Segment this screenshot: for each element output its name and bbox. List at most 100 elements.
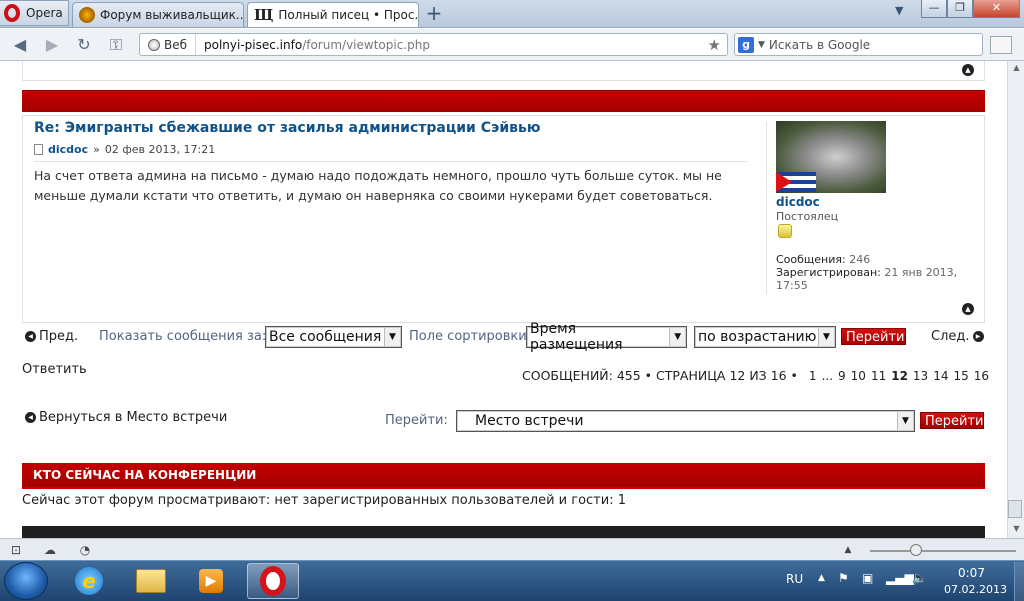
sort-field-select[interactable]: Время размещения ▼ bbox=[526, 321, 687, 353]
back-to-top-icon[interactable]: ▲ bbox=[962, 64, 974, 76]
language-indicator[interactable]: RU bbox=[786, 572, 803, 586]
zoom-slider-knob[interactable] bbox=[910, 544, 922, 556]
page-link[interactable]: 1 bbox=[809, 369, 817, 383]
site-favicon-icon bbox=[79, 7, 95, 23]
url-host: polnyi-pisec.info bbox=[204, 37, 303, 52]
back-to-top-icon[interactable]: ▲ bbox=[962, 303, 974, 315]
zoom-arrow-icon[interactable]: ▲ bbox=[840, 543, 856, 557]
key-icon[interactable]: ⚿ bbox=[104, 36, 128, 54]
taskbar-explorer[interactable] bbox=[125, 563, 177, 599]
footer-bar bbox=[22, 526, 985, 538]
rank-badge-icon bbox=[778, 224, 792, 238]
tab-forum-survivalist[interactable]: Форум выживальщик... ✕ bbox=[72, 2, 244, 27]
reply-button[interactable]: Ответить bbox=[22, 362, 87, 377]
tab-title: Форум выживальщик... bbox=[100, 8, 244, 22]
site-info-label: Веб bbox=[164, 37, 188, 52]
post-date: 02 фев 2013, 17:21 bbox=[104, 143, 216, 156]
next-topic-link[interactable]: След. ▶ bbox=[931, 329, 984, 344]
internet-explorer-icon: e bbox=[75, 567, 103, 595]
chevron-down-icon[interactable]: ▼ bbox=[758, 40, 765, 50]
g-icon[interactable]: g bbox=[738, 36, 754, 53]
page-link[interactable]: 15 bbox=[953, 369, 968, 383]
start-button[interactable] bbox=[4, 562, 48, 600]
profile-rank: Постоялец bbox=[776, 210, 839, 223]
minimize-button[interactable]: — bbox=[921, 0, 947, 18]
page-link[interactable]: 14 bbox=[933, 369, 948, 383]
profile-registered: Зарегистрирован: 21 янв 2013, 17:55 bbox=[776, 266, 976, 292]
forward-icon[interactable]: ▶ bbox=[42, 36, 62, 54]
post-icon[interactable] bbox=[34, 144, 43, 155]
sort-order-select[interactable]: по возрастанию ▼ bbox=[694, 326, 836, 348]
close-window-button[interactable]: ✕ bbox=[973, 0, 1020, 18]
back-to-forum-label: Вернуться в Место встречи bbox=[39, 410, 228, 425]
taskbar-ie[interactable]: e bbox=[63, 563, 115, 599]
cloud-icon[interactable]: ☁ bbox=[42, 543, 58, 557]
zoom-slider[interactable] bbox=[870, 550, 1016, 552]
address-field[interactable]: Веб polnyi-pisec.info/forum/viewtopic.ph… bbox=[139, 33, 728, 56]
page-link[interactable]: 9 bbox=[838, 369, 846, 383]
post-meta: dicdoc » 02 фев 2013, 17:21 bbox=[34, 143, 215, 156]
prev-topic-link[interactable]: ◀ Пред. bbox=[25, 329, 78, 344]
divider bbox=[34, 161, 747, 162]
pagination: СООБЩЕНИЙ: 455 • СТРАНИЦА 12 ИЗ 16 • 1 .… bbox=[522, 368, 989, 383]
chevron-down-icon: ▼ bbox=[384, 328, 400, 346]
url-path: /forum/viewtopic.php bbox=[302, 37, 430, 52]
clock-time[interactable]: 0:07 bbox=[958, 566, 985, 580]
page-link[interactable]: 10 bbox=[851, 369, 866, 383]
site-info-badge[interactable]: Веб bbox=[140, 34, 197, 55]
sort-go-button[interactable]: Перейти bbox=[841, 328, 906, 345]
page-link[interactable]: 11 bbox=[871, 369, 886, 383]
page-content: ▲ Re: Эмигранты сбежавшие от засилья адм… bbox=[0, 61, 1007, 538]
next-topic-label: След. bbox=[931, 329, 970, 344]
navigation-bar: ◀ ▶ ↻ ⚿ Веб polnyi-pisec.info/forum/view… bbox=[0, 29, 1024, 61]
profile-name[interactable]: dicdoc bbox=[776, 195, 820, 209]
bookmark-star-icon[interactable]: ★ bbox=[708, 36, 727, 54]
restore-button[interactable]: ❐ bbox=[947, 0, 973, 18]
post-author[interactable]: dicdoc bbox=[48, 143, 88, 156]
prev-arrow-icon: ◀ bbox=[25, 331, 36, 342]
online-text: Сейчас этот форум просматривают: нет зар… bbox=[22, 493, 626, 508]
back-to-forum-link[interactable]: ◀ Вернуться в Место встречи bbox=[25, 410, 227, 425]
scrollbar-thumb[interactable] bbox=[1008, 500, 1022, 518]
tray-expand-icon[interactable]: ▲ bbox=[818, 573, 825, 583]
speed-dial-icon[interactable]: ◔ bbox=[77, 543, 93, 557]
panel-toggle-icon[interactable] bbox=[990, 36, 1012, 54]
show-posts-label: Показать сообщения за: bbox=[99, 329, 267, 344]
search-field[interactable]: g ▼ Искать в Google bbox=[734, 33, 983, 56]
flag-icon[interactable]: ⚑ bbox=[838, 571, 849, 585]
panel-icon[interactable]: ⊡ bbox=[8, 543, 24, 557]
media-player-icon: ▶ bbox=[199, 569, 223, 593]
tab-polnyi-pisec[interactable]: Щ Полный писец • Прос... ✕ bbox=[247, 2, 419, 27]
scroll-up-icon[interactable]: ▲ bbox=[1009, 61, 1024, 75]
show-posts-select[interactable]: Все сообщения ▼ bbox=[265, 326, 402, 348]
show-desktop-button[interactable] bbox=[1014, 562, 1024, 601]
new-tab-icon[interactable]: + bbox=[425, 3, 443, 23]
sort-label: Поле сортировки bbox=[409, 329, 527, 344]
reload-icon[interactable]: ↻ bbox=[74, 36, 94, 54]
post: Re: Эмигранты сбежавшие от засилья админ… bbox=[22, 115, 985, 323]
page-link[interactable]: 16 bbox=[974, 369, 989, 383]
page-scrollbar[interactable]: ▲ ▼ bbox=[1007, 61, 1024, 538]
post-separator-bar bbox=[22, 90, 985, 112]
clock-date[interactable]: 07.02.2013 bbox=[944, 583, 1007, 596]
jump-go-button[interactable]: Перейти bbox=[920, 412, 984, 429]
profile-registered-label: Зарегистрирован: bbox=[776, 266, 881, 279]
jump-select[interactable]: Место встречи ▼ bbox=[456, 410, 915, 432]
previous-post-footer: ▲ bbox=[22, 61, 985, 81]
volume-icon[interactable]: 🔈 bbox=[912, 571, 927, 585]
scroll-down-icon[interactable]: ▼ bbox=[1009, 522, 1024, 536]
network-icon[interactable]: ▂▄▆ bbox=[886, 571, 914, 585]
back-icon[interactable]: ◀ bbox=[10, 36, 30, 54]
prev-topic-label: Пред. bbox=[39, 329, 79, 344]
post-title[interactable]: Re: Эмигранты сбежавшие от засилья админ… bbox=[34, 120, 540, 136]
pagination-summary: СООБЩЕНИЙ: 455 • СТРАНИЦА 12 ИЗ 16 • bbox=[522, 368, 798, 383]
page-current: 12 bbox=[891, 368, 908, 383]
profile-posts-value[interactable]: 246 bbox=[849, 253, 870, 266]
opera-menu-label: Opera bbox=[26, 6, 63, 20]
taskbar-media-player[interactable]: ▶ bbox=[185, 563, 237, 599]
device-icon[interactable]: ▣ bbox=[862, 571, 873, 585]
page-link[interactable]: 13 bbox=[913, 369, 928, 383]
taskbar-opera[interactable] bbox=[247, 563, 299, 599]
opera-menu-button[interactable]: Opera bbox=[0, 0, 69, 26]
tab-list-icon[interactable]: ▼ bbox=[895, 4, 903, 17]
